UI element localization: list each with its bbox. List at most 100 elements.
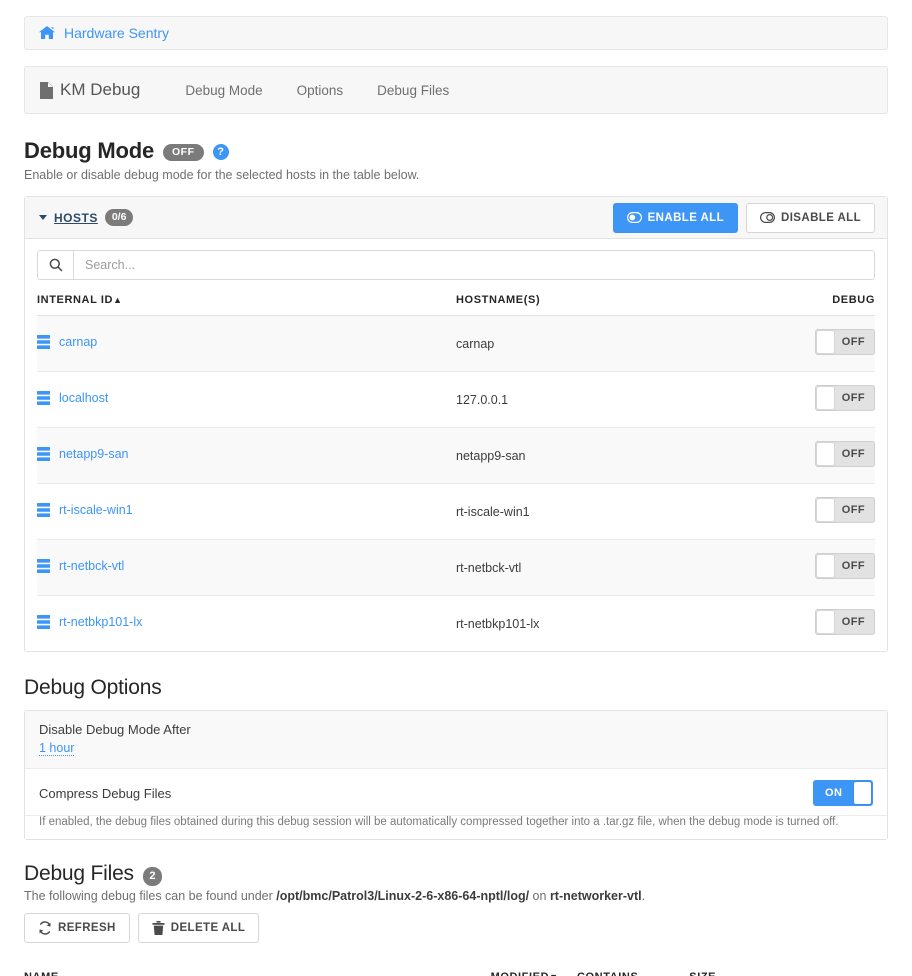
tab-debug-mode[interactable]: Debug Mode [168,83,279,98]
breadcrumb-link-hardware-sentry[interactable]: Hardware Sentry [64,25,169,41]
col-contains[interactable]: CONTAINS [577,957,689,976]
server-icon [37,559,50,573]
debug-toggle[interactable]: OFF [815,441,875,467]
toggle-label: OFF [842,448,865,460]
host-link[interactable]: rt-netbck-vtl [37,559,124,573]
debug-toggle[interactable]: OFF [815,609,875,635]
host-link[interactable]: localhost [37,391,108,405]
toggle-knob [817,555,834,577]
compress-label: Compress Debug Files [39,786,171,801]
table-row: rt-netbkp101-lx rt-netbkp101-lx OFF [37,596,875,652]
debug-toggle[interactable]: OFF [815,553,875,579]
debug-files-heading: Debug Files 2 [24,862,888,886]
cell-hostname: rt-iscale-win1 [456,484,758,540]
debug-toggle[interactable]: OFF [815,385,875,411]
host-link[interactable]: netapp9-san [37,447,129,461]
refresh-label: REFRESH [58,922,116,934]
server-icon [37,447,50,461]
search-icon[interactable] [38,251,74,279]
sort-asc-icon: ▲ [113,295,123,305]
col-debug[interactable]: DEBUG [758,280,875,316]
cell-internal-id: localhost [37,372,456,428]
enable-all-button[interactable]: ENABLE ALL [613,203,738,233]
disable-after-label: Disable Debug Mode After [39,722,873,737]
host-link[interactable]: carnap [37,335,97,349]
tab-options[interactable]: Options [280,83,361,98]
debug-files-actions: REFRESH DELETE ALL [24,913,888,943]
search-box[interactable] [37,250,875,280]
debug-toggle[interactable]: OFF [815,329,875,355]
module-bar: KM Debug Debug Mode Options Debug Files [24,66,888,114]
cell-hostname: 127.0.0.1 [456,372,758,428]
debug-mode-subtitle: Enable or disable debug mode for the sel… [24,168,888,182]
enable-all-label: ENABLE ALL [648,212,724,224]
col-internal-id[interactable]: INTERNAL ID▲ [37,280,456,316]
desc-post: . [642,889,645,903]
col-modified[interactable]: MODIFIED▼ [491,957,577,976]
server-icon [37,335,50,349]
cell-debug-toggle: OFF [758,484,875,540]
cell-hostname: rt-netbck-vtl [456,540,758,596]
table-row: netapp9-san netapp9-san OFF [37,428,875,484]
caret-down-icon [39,215,47,220]
toggle-label: OFF [842,336,865,348]
delete-all-label: DELETE ALL [171,922,246,934]
hosts-panel-header: HOSTS 0/6 ENABLE ALL [25,197,887,239]
table-row: rt-iscale-win1 rt-iscale-win1 OFF [37,484,875,540]
question-mark-icon[interactable]: ? [213,144,229,160]
toggle-off-icon [760,212,775,223]
hosts-table-body: carnap carnap OFF [37,316,875,652]
module-title-text: KM Debug [60,80,140,100]
delete-all-button[interactable]: DELETE ALL [138,913,260,943]
cell-debug-toggle: OFF [758,596,875,652]
col-actions [828,957,889,976]
refresh-button[interactable]: REFRESH [24,913,130,943]
host-link[interactable]: rt-iscale-win1 [37,503,133,517]
toggle-knob [817,443,834,465]
home-icon [39,26,55,40]
toggle-label: OFF [842,560,865,572]
disable-after-value-link[interactable]: 1 hour [39,741,74,756]
col-internal-id-label: INTERNAL ID [37,294,113,306]
tab-debug-files[interactable]: Debug Files [360,83,466,98]
cell-internal-id: carnap [37,316,456,372]
cell-debug-toggle: OFF [758,540,875,596]
page-root: Hardware Sentry KM Debug Debug Mode Opti… [0,16,912,976]
file-icon [39,82,53,99]
hosts-table-header-row: INTERNAL ID▲ HOSTNAME(S) DEBUG [37,280,875,316]
host-link-label: netapp9-san [59,447,129,461]
host-link-label: rt-iscale-win1 [59,503,133,517]
table-row: rt-netbck-vtl rt-netbck-vtl OFF [37,540,875,596]
compress-row: Compress Debug Files ON [25,769,887,816]
debug-mode-title: Debug Mode [24,138,154,164]
disable-all-button[interactable]: DISABLE ALL [746,203,875,233]
table-row: carnap carnap OFF [37,316,875,372]
hosts-group-label: HOSTS [54,211,98,225]
col-hostnames[interactable]: HOSTNAME(S) [456,280,758,316]
toggle-label: OFF [842,504,865,516]
host-link[interactable]: rt-netbkp101-lx [37,615,142,629]
compress-note: If enabled, the debug files obtained dur… [25,816,887,839]
sort-desc-icon: ▼ [549,972,559,976]
col-size[interactable]: SIZE [689,957,827,976]
toggle-knob [817,611,834,633]
cell-internal-id: rt-netbkp101-lx [37,596,456,652]
host-link-label: carnap [59,335,97,349]
compress-toggle[interactable]: ON [813,780,873,806]
search-input[interactable] [74,251,874,279]
hosts-search-wrap [25,239,887,280]
table-row: localhost 127.0.0.1 OFF [37,372,875,428]
debug-mode-heading: Debug Mode OFF ? [24,138,888,164]
host-link-label: localhost [59,391,108,405]
col-modified-label: MODIFIED [491,971,550,976]
module-title: KM Debug [39,80,140,100]
cell-internal-id: rt-netbck-vtl [37,540,456,596]
col-name[interactable]: NAME [24,957,491,976]
host-link-label: rt-netbkp101-lx [59,615,142,629]
hosts-collapse-toggle[interactable]: HOSTS 0/6 [39,209,133,226]
debug-files-title: Debug Files [24,862,134,886]
cell-debug-toggle: OFF [758,428,875,484]
toggle-on-icon [627,212,642,223]
toggle-knob [817,499,834,521]
debug-toggle[interactable]: OFF [815,497,875,523]
